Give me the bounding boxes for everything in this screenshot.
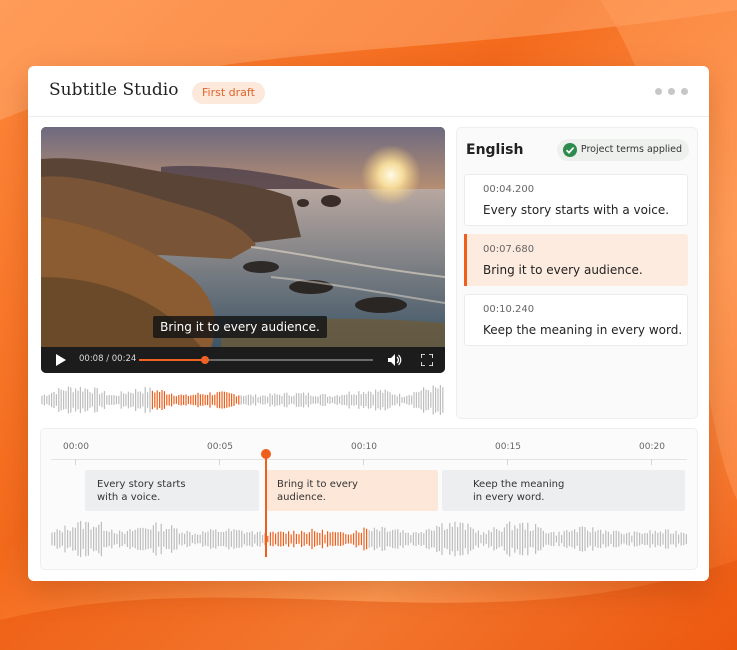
progress-handle[interactable]: [200, 356, 209, 364]
cue-timestamp: 00:07.680: [483, 244, 535, 255]
app-title: Subtitle Studio: [49, 80, 179, 100]
timeline-block[interactable]: Keep the meaning in every word.: [442, 470, 685, 511]
fullscreen-icon[interactable]: [421, 354, 433, 366]
project-terms-label: Project terms applied: [580, 144, 682, 155]
tick-label: 00:05: [207, 442, 233, 452]
playhead[interactable]: [265, 453, 267, 557]
subtitle-cue[interactable]: 00:04.200 Every story starts with a voic…: [464, 174, 688, 226]
tick-mark: [651, 459, 652, 465]
progress-bar[interactable]: [139, 356, 373, 364]
cue-text[interactable]: Keep the meaning in every word.: [483, 323, 682, 337]
tick-mark: [363, 459, 364, 465]
tick-label: 00:00: [63, 442, 89, 452]
player-controls: 00:08 / 00:24: [41, 347, 445, 373]
volume-icon[interactable]: [388, 354, 402, 366]
video-frame: [41, 127, 445, 347]
playhead-handle[interactable]: [261, 449, 271, 459]
project-terms-badge[interactable]: Project terms applied: [556, 139, 689, 161]
timeline-block[interactable]: Every story starts with a voice.: [85, 470, 259, 511]
check-icon: [562, 143, 577, 157]
timeline-waveform[interactable]: [51, 517, 687, 561]
tick-mark: [75, 459, 76, 465]
subtitle-cue-active[interactable]: 00:07.680 Bring it to every audience.: [464, 234, 688, 286]
more-options-icon[interactable]: [655, 88, 688, 95]
timeline[interactable]: 00:00 00:05 00:10 00:15 00:20 Every stor…: [40, 428, 698, 570]
cue-text[interactable]: Every story starts with a voice.: [483, 203, 669, 217]
block-line: Bring it to every: [277, 479, 358, 490]
block-line: audience.: [277, 492, 326, 503]
tick-label: 00:15: [495, 442, 521, 452]
language-title: English: [466, 142, 524, 158]
cue-text[interactable]: Bring it to every audience.: [483, 263, 643, 277]
time-readout: 00:08 / 00:24: [79, 354, 137, 364]
video-player[interactable]: Bring it to every audience. 00:08 / 00:2…: [41, 127, 445, 373]
tick-mark: [507, 459, 508, 465]
cue-timestamp: 00:04.200: [483, 184, 535, 195]
subtitle-cue[interactable]: 00:10.240 Keep the meaning in every word…: [464, 294, 688, 346]
play-icon[interactable]: [55, 354, 66, 366]
subtitle-panel: English Project terms applied 00:04.200 …: [456, 127, 698, 419]
block-line: Keep the meaning: [473, 479, 565, 490]
block-line: Every story starts: [97, 479, 186, 490]
block-line: with a voice.: [97, 492, 161, 503]
cue-timestamp: 00:10.240: [483, 304, 535, 315]
title-bar: Subtitle Studio First draft: [28, 66, 709, 117]
preview-waveform[interactable]: [41, 382, 445, 418]
video-caption: Bring it to every audience.: [153, 316, 327, 338]
app-window: Subtitle Studio First draft Bring it to …: [28, 66, 709, 581]
block-line: in every word.: [473, 492, 545, 503]
progress-fill: [139, 359, 205, 361]
timeline-ruler: [51, 459, 687, 460]
status-badge[interactable]: First draft: [192, 82, 265, 104]
tick-mark: [219, 459, 220, 465]
tick-label: 00:20: [639, 442, 665, 452]
timeline-block-active[interactable]: Bring it to every audience.: [265, 470, 438, 511]
tick-label: 00:10: [351, 442, 377, 452]
